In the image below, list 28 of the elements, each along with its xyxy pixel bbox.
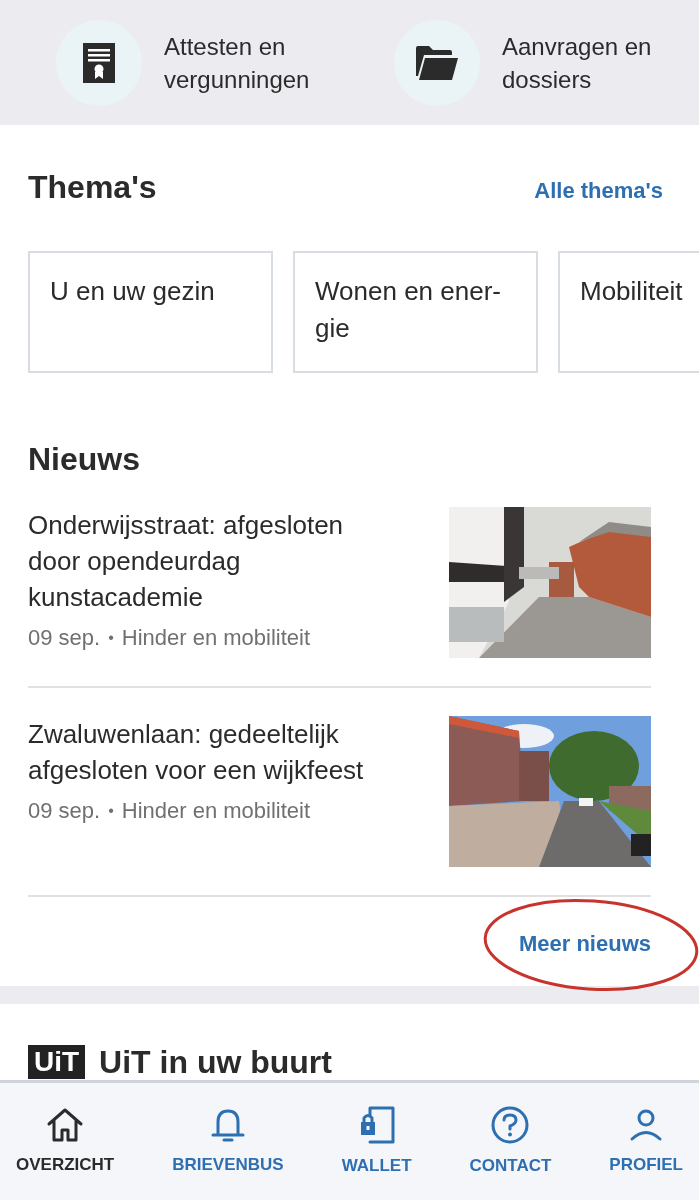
news-date: 09 sep.	[28, 624, 101, 652]
news-category: Hinder en mobiliteit	[121, 797, 311, 825]
help-icon	[490, 1104, 531, 1145]
nav-tab[interactable]: PROFIEL	[609, 1105, 683, 1178]
separator-dot: •	[108, 627, 114, 648]
folder-icon	[416, 45, 458, 80]
nav-tab[interactable]: BRIEVENBUS	[172, 1105, 284, 1178]
news-item[interactable]: Onderwijsstraat: afgesloten door opendeurdag kunstacademie 09 sep. • Hinder en mobiliteit	[28, 507, 651, 688]
news-item[interactable]: Zwaluwenlaan: gedeeltelijk afgesloten voor een wijkfeest 09 sep. • Hinder en mobiliteit	[28, 688, 651, 897]
news-title: Onderwijsstraat: afgesloten door opendeurdag kunstacademie	[28, 509, 345, 614]
all-themes-link[interactable]: Alle thema's	[534, 174, 663, 207]
separator-dot: •	[108, 800, 114, 821]
section-title: Nieuws	[28, 440, 142, 479]
quick-link-label[interactable]: Attesten en vergunningen	[164, 29, 344, 96]
theme-card[interactable]: U en uw gezin	[28, 251, 273, 373]
section-title: UiT in uw buurt	[99, 1043, 332, 1080]
quick-link-label[interactable]: Aanvragen en dossiers	[502, 29, 682, 96]
news-date: 09 sep.	[28, 797, 101, 825]
theme-card[interactable]: Wonen en ener-gie	[293, 251, 538, 373]
uit-logo: UiT	[28, 1045, 86, 1079]
section-title: Thema's	[28, 168, 157, 207]
certificate-icon	[83, 42, 115, 83]
theme-card[interactable]: Mobiliteit	[558, 251, 699, 373]
nav-tab[interactable]: WALLET	[341, 1104, 412, 1179]
nav-tab[interactable]: OVERZICHT	[16, 1105, 115, 1178]
nav-tab[interactable]: CONTACT	[469, 1104, 552, 1179]
news-title: Zwaluwenlaan: gedeeltelijk afgesloten voor een wijkfeest	[28, 718, 365, 787]
news-category: Hinder en mobiliteit	[121, 624, 311, 652]
